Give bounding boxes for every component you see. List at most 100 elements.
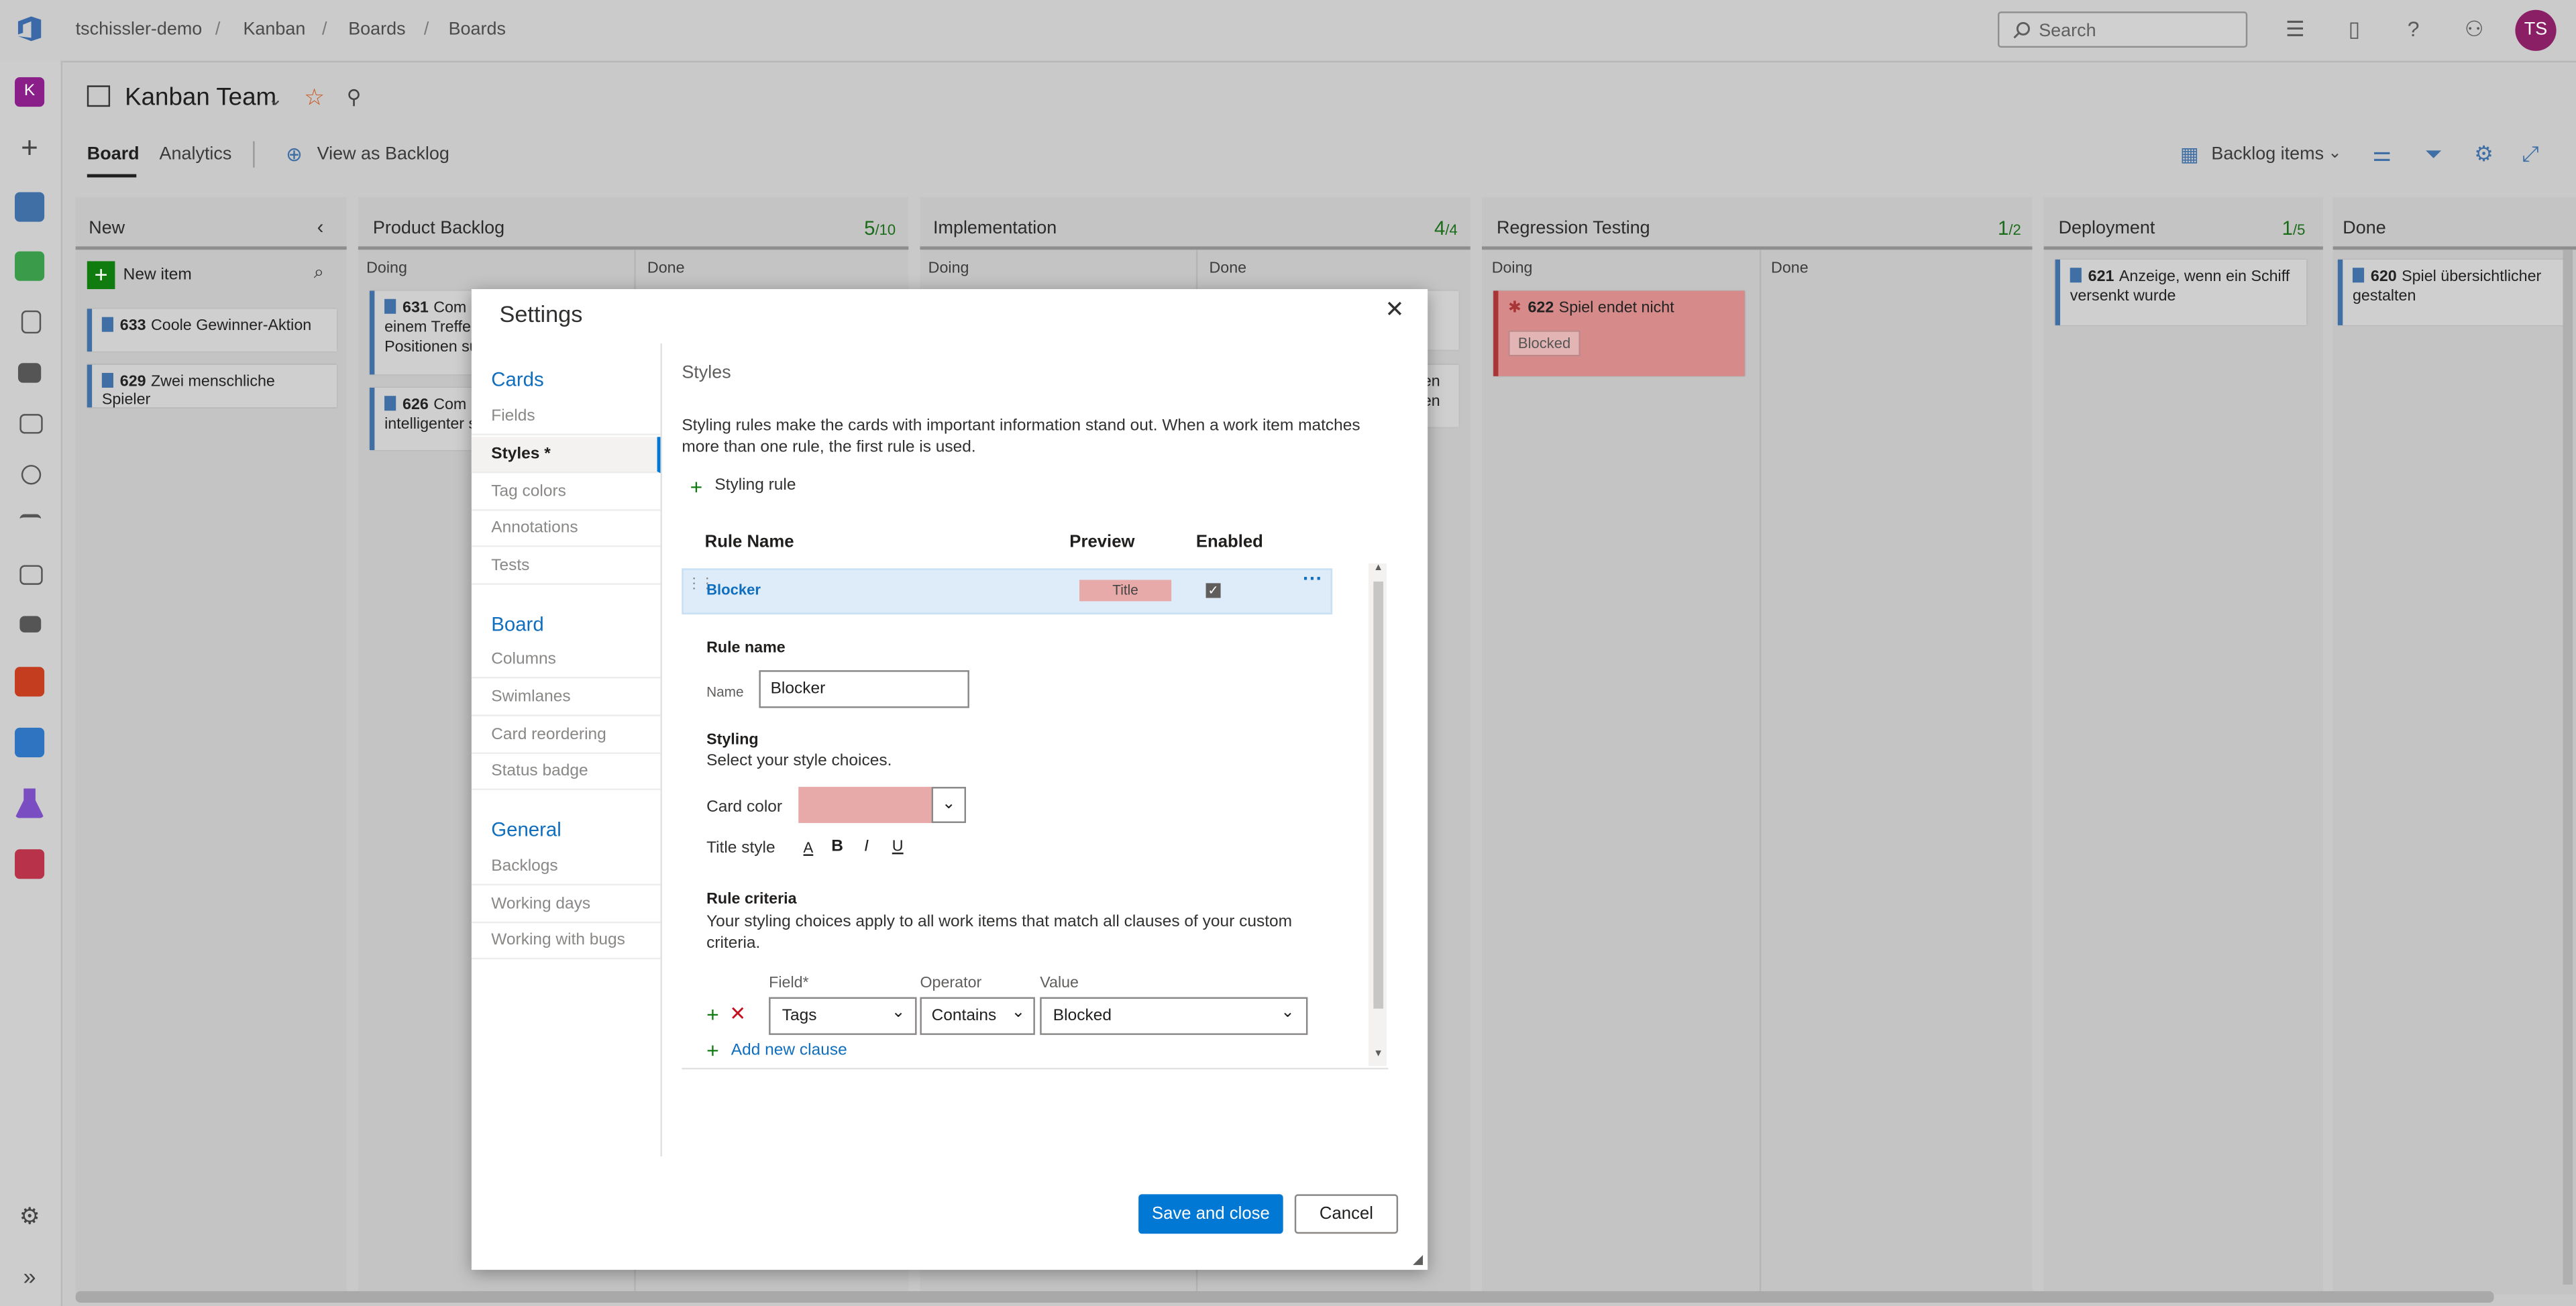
artifacts-icon[interactable] — [15, 849, 45, 879]
rule-row-selected[interactable] — [682, 568, 1333, 614]
search-input[interactable]: Search — [1997, 11, 2248, 48]
boards-icon[interactable] — [15, 251, 45, 281]
underline-button[interactable]: U — [892, 838, 904, 856]
chevron-down-icon[interactable]: ⌄ — [2328, 145, 2342, 163]
sidebar-item-columns[interactable]: Columns — [471, 643, 661, 679]
chevron-down-icon[interactable]: ⌄ — [268, 89, 283, 110]
sidebar-item-tests[interactable]: Tests — [471, 549, 661, 585]
fullscreen-icon[interactable]: ⤢ — [2522, 142, 2538, 168]
backlog-level-selector[interactable]: Backlog items — [2211, 145, 2324, 164]
cancel-button[interactable]: Cancel — [1294, 1194, 1399, 1234]
card-title[interactable]: Anzeige, wenn ein Schiff — [2119, 268, 2290, 286]
bold-button[interactable]: B — [831, 838, 843, 856]
test-plans-icon[interactable] — [15, 788, 45, 818]
help-icon[interactable]: ? — [2402, 17, 2424, 41]
user-settings-icon[interactable]: ⚇ — [2463, 17, 2485, 41]
filter-icon[interactable]: ⏷ — [2425, 142, 2442, 168]
card-title[interactable]: Spiel übersichtlicher — [2402, 268, 2541, 286]
sidebar-item-swimlanes[interactable]: Swimlanes — [471, 680, 661, 716]
rule-name-cell[interactable]: Blocker — [706, 582, 761, 598]
add-icon[interactable]: + — [706, 1038, 719, 1063]
sidebar-item-fields[interactable]: Fields — [471, 399, 661, 435]
card-color-dropdown[interactable]: ⌄ — [931, 787, 967, 823]
settings-gear-icon[interactable]: ⚙ — [2474, 142, 2493, 168]
view-backlog-icon[interactable]: ⊕ — [286, 143, 303, 166]
add-icon[interactable]: + — [690, 475, 703, 500]
project-avatar[interactable]: K — [15, 77, 45, 107]
team-title[interactable]: Kanban Team — [125, 84, 276, 112]
shopping-bag-icon[interactable]: ▯ — [2343, 17, 2365, 41]
rules-scrollbar-thumb[interactable] — [1373, 581, 1384, 1009]
value-select[interactable]: Blocked ⌄ — [1040, 997, 1308, 1035]
sidebar-item-working-with-bugs[interactable]: Working with bugs — [471, 923, 661, 960]
save-and-close-button[interactable]: Save and close — [1138, 1194, 1283, 1234]
plus-icon[interactable]: + — [15, 133, 44, 162]
azure-devops-logo-icon[interactable] — [16, 15, 42, 43]
vertical-scrollbar[interactable] — [2563, 250, 2573, 1285]
breadcrumb-boards[interactable]: Boards — [348, 19, 405, 39]
sidebar-item-tag-colors[interactable]: Tag colors — [471, 475, 661, 511]
card-title[interactable]: Com — [433, 396, 466, 414]
avatar[interactable]: TS — [2515, 9, 2557, 51]
pipelines-icon[interactable] — [15, 727, 45, 757]
tab-board[interactable]: Board — [87, 145, 140, 164]
field-select[interactable]: Tags ⌄ — [769, 997, 917, 1035]
project-settings-gear-icon[interactable]: ⚙ — [15, 1201, 44, 1230]
favorite-star-icon[interactable]: ☆ — [304, 84, 325, 112]
sidebar-item-annotations[interactable]: Annotations — [471, 511, 661, 547]
new-item-plus-icon[interactable]: + — [87, 261, 115, 290]
work-item-card-bug[interactable]: ✱ 622 Spiel endet nicht Blocked — [1493, 290, 1745, 376]
work-item-card[interactable]: 633 Coole Gewinner-Aktion — [87, 309, 337, 352]
sprints-icon[interactable] — [21, 465, 42, 485]
delete-clause-icon[interactable]: ✕ — [729, 1002, 746, 1025]
rule-name-field[interactable]: Blocker — [759, 670, 969, 708]
backlogs-icon[interactable] — [19, 414, 43, 434]
work-item-card[interactable]: 621 Anzeige, wenn ein Schiff versenkt wur… — [2055, 259, 2307, 325]
breadcrumb-boards-current[interactable]: Boards — [449, 19, 506, 39]
tab-analytics[interactable]: Analytics — [160, 145, 232, 164]
name-label: Name — [706, 683, 744, 700]
card-color-swatch[interactable] — [798, 787, 932, 823]
breadcrumb-project[interactable]: Kanban — [243, 19, 305, 39]
card-title[interactable]: Coole Gewinner-Aktion — [151, 317, 311, 335]
add-styling-rule-button[interactable]: Styling rule — [714, 476, 796, 494]
enabled-checkbox[interactable]: ✓ — [1205, 583, 1221, 598]
queries-icon[interactable] — [19, 514, 42, 531]
list-icon[interactable]: ☰ — [2284, 17, 2306, 41]
card-title[interactable]: Com — [433, 299, 466, 317]
add-clause-icon[interactable]: + — [706, 1002, 719, 1027]
sidebar-item-backlogs[interactable]: Backlogs — [471, 849, 661, 886]
view-as-backlog-link[interactable]: View as Backlog — [317, 145, 449, 164]
collapse-column-icon[interactable]: ‹ — [317, 215, 324, 238]
scroll-up-icon[interactable]: ▲ — [1373, 563, 1383, 574]
sidebar-item-card-reordering[interactable]: Card reordering — [471, 718, 661, 755]
team-members-icon[interactable]: ⚲ — [347, 85, 362, 108]
operator-select[interactable]: Contains ⌄ — [920, 997, 1035, 1035]
sidebar-item-styles[interactable]: Styles * — [471, 437, 661, 474]
breadcrumb-org[interactable]: tschissler-demo — [76, 19, 203, 39]
sidebar-item-working-days[interactable]: Working days — [471, 887, 661, 924]
delivery-plans-icon[interactable] — [19, 565, 43, 585]
tag-badge[interactable]: Blocked — [1508, 330, 1581, 357]
italic-button[interactable]: I — [864, 838, 869, 856]
overview-icon[interactable] — [15, 192, 45, 222]
analytics-views-icon[interactable] — [19, 616, 42, 633]
work-item-card[interactable]: 629 Zwei menschliche Spieler — [87, 364, 337, 409]
sidebar-item-status-badge[interactable]: Status badge — [471, 754, 661, 790]
board-grid-icon[interactable] — [17, 363, 42, 383]
more-options-icon[interactable]: ··· — [1303, 567, 1322, 590]
expand-nav-icon[interactable]: » — [15, 1262, 44, 1291]
scroll-down-icon[interactable]: ▼ — [1373, 1050, 1383, 1060]
horizontal-scrollbar[interactable] — [75, 1291, 2494, 1303]
new-item-button[interactable]: New item — [123, 266, 192, 284]
resize-grip-icon[interactable]: ◢ — [1413, 1252, 1423, 1266]
add-new-clause-link[interactable]: Add new clause — [731, 1042, 847, 1060]
view-options-icon[interactable]: ⚌ — [2372, 142, 2392, 168]
font-color-button[interactable]: A — [804, 839, 814, 855]
work-items-icon[interactable] — [21, 310, 42, 334]
search-icon[interactable]: ⌕ — [314, 263, 324, 284]
close-icon[interactable]: ✕ — [1385, 296, 1405, 324]
repos-icon[interactable] — [15, 667, 45, 697]
work-item-card[interactable]: 620 Spiel übersichtlicher gestalten — [2337, 259, 2568, 325]
card-title[interactable]: Spiel endet nicht — [1559, 299, 1674, 317]
